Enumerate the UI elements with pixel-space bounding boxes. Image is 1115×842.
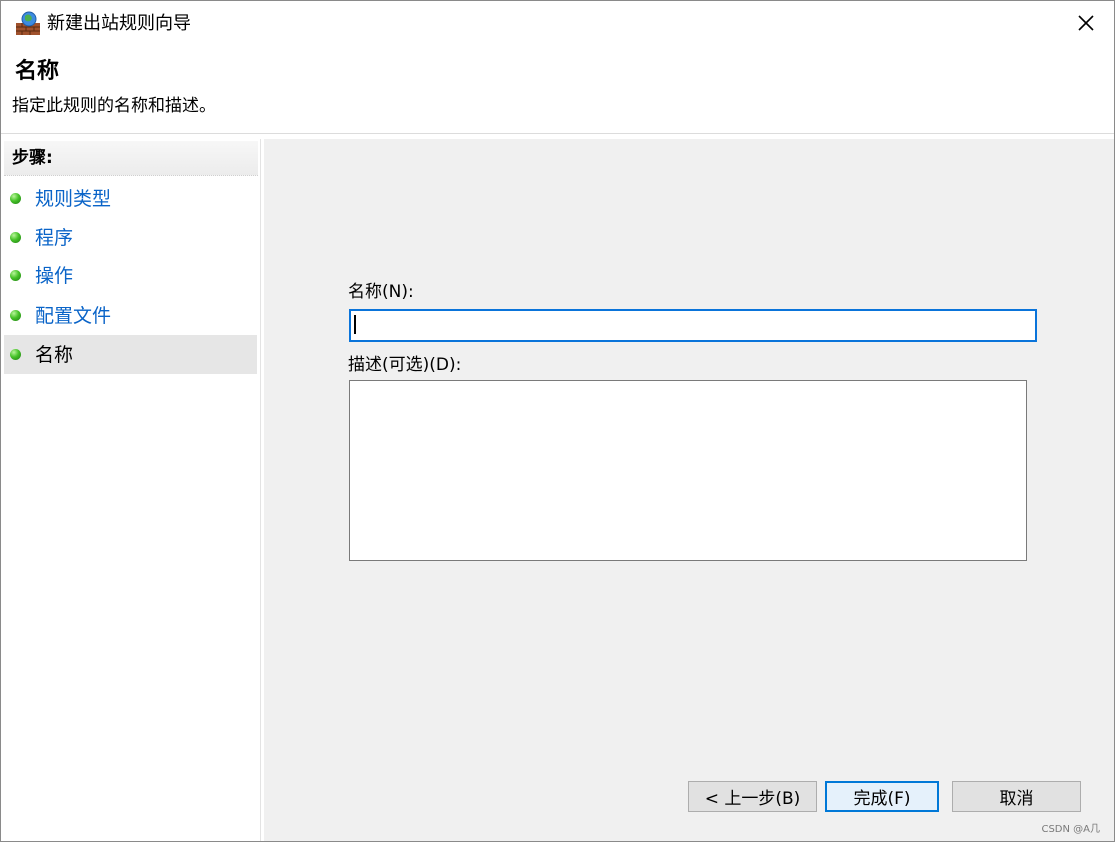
description-label: 描述(可选)(D): — [348, 355, 462, 375]
window-title: 新建出站规则向导 — [47, 13, 191, 34]
name-label: 名称(N): — [348, 282, 414, 302]
main-content: 名称(N): 描述(可选)(D): < 上一步(B) 完成(F) 取消 CSDN… — [264, 139, 1114, 841]
step-label: 操作 — [35, 265, 74, 287]
text-caret — [354, 315, 356, 334]
step-status-icon — [10, 193, 21, 204]
finish-button[interactable]: 完成(F) — [825, 781, 939, 812]
watermark: CSDN @A几 — [1041, 824, 1100, 835]
step-status-icon — [10, 310, 21, 321]
step-label: 名称 — [35, 344, 74, 366]
step-status-icon — [10, 232, 21, 243]
steps-heading: 步骤: — [4, 141, 258, 176]
description-textarea[interactable] — [349, 380, 1027, 561]
step-label: 程序 — [35, 227, 74, 249]
step-name[interactable]: 名称 — [4, 335, 257, 374]
wizard-window: 新建出站规则向导 名称 指定此规则的名称和描述。 步骤: 规则类型 程序 操作 — [0, 0, 1115, 842]
back-button[interactable]: < 上一步(B) — [688, 781, 817, 812]
steps-heading-label: 步骤: — [12, 148, 53, 168]
step-rule-type[interactable]: 规则类型 — [4, 179, 257, 218]
name-input[interactable] — [349, 309, 1037, 342]
title-bar: 新建出站规则向导 — [1, 1, 1114, 45]
step-program[interactable]: 程序 — [4, 218, 257, 257]
step-status-icon — [10, 270, 21, 281]
cancel-button[interactable]: 取消 — [952, 781, 1081, 812]
steps-sidebar: 步骤: 规则类型 程序 操作 配置文件 名称 — [1, 139, 261, 841]
page-title: 名称 — [15, 59, 60, 84]
close-icon — [1078, 15, 1094, 31]
page-description: 指定此规则的名称和描述。 — [12, 96, 216, 116]
step-label: 配置文件 — [35, 305, 112, 327]
step-status-icon — [10, 349, 21, 360]
close-button[interactable] — [1070, 7, 1102, 39]
header-divider — [1, 133, 1114, 134]
firewall-icon — [15, 11, 41, 37]
step-profile[interactable]: 配置文件 — [4, 296, 257, 335]
page-header: 名称 指定此规则的名称和描述。 — [1, 45, 1114, 133]
step-action[interactable]: 操作 — [4, 256, 257, 295]
step-label: 规则类型 — [35, 188, 112, 210]
